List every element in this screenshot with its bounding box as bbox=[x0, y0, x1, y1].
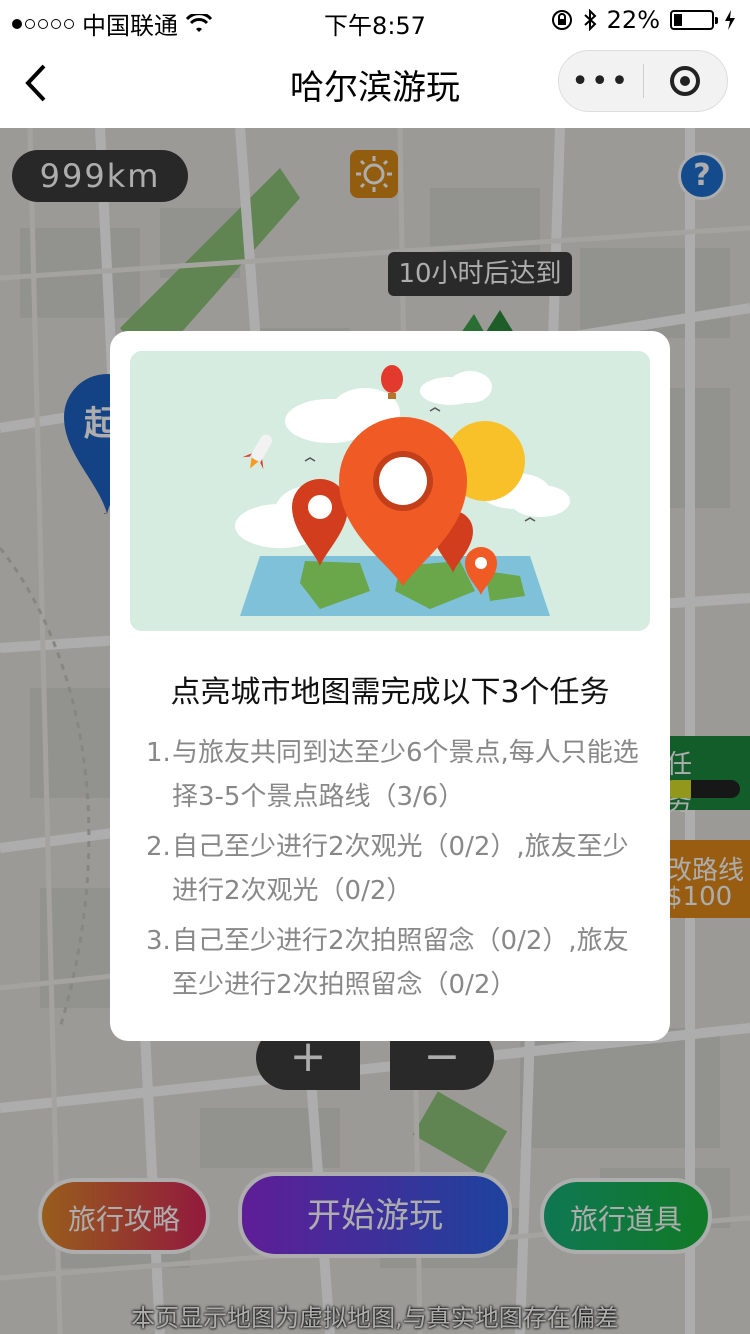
more-button[interactable]: ••• bbox=[559, 64, 643, 99]
task-text: 与旅友共同到达至少6个景点,每人只能选择3-5个景点路线（3/6） bbox=[172, 738, 639, 812]
list-item: 1. 与旅友共同到达至少6个景点,每人只能选择3-5个景点路线（3/6） bbox=[146, 731, 646, 819]
rotation-lock-icon bbox=[551, 10, 572, 30]
task-text: 自己至少进行2次观光（0/2）,旅友至少进行2次观光（0/2） bbox=[172, 832, 629, 906]
status-bar: 中国联通 下午8:57 22% bbox=[0, 0, 750, 40]
list-item: 3. 自己至少进行2次拍照留念（0/2）,旅友至少进行2次拍照留念（0/2） bbox=[146, 919, 646, 1007]
task-number: 1. bbox=[146, 738, 171, 768]
battery-percent: 22% bbox=[606, 6, 660, 34]
close-button[interactable] bbox=[644, 66, 728, 96]
modal-heading: 点亮城市地图需完成以下3个任务 bbox=[170, 675, 610, 710]
nav-bar: 哈尔滨游玩 ••• bbox=[0, 40, 750, 128]
charging-icon bbox=[725, 10, 735, 30]
task-number: 2. bbox=[146, 832, 171, 862]
task-list: 1. 与旅友共同到达至少6个景点,每人只能选择3-5个景点路线（3/6） 2. … bbox=[146, 731, 646, 1013]
task-number: 3. bbox=[146, 926, 171, 956]
task-modal: 点亮城市地图需完成以下3个任务 1. 与旅友共同到达至少6个景点,每人只能选择3… bbox=[110, 331, 670, 1041]
bluetooth-icon bbox=[583, 9, 597, 31]
mini-program-capsule: ••• bbox=[558, 50, 728, 112]
list-item: 2. 自己至少进行2次观光（0/2）,旅友至少进行2次观光（0/2） bbox=[146, 825, 646, 913]
battery-icon bbox=[670, 10, 718, 30]
close-icon bbox=[670, 66, 701, 96]
task-text: 自己至少进行2次拍照留念（0/2）,旅友至少进行2次拍照留念（0/2） bbox=[172, 926, 629, 1000]
map-illustration bbox=[130, 351, 650, 631]
